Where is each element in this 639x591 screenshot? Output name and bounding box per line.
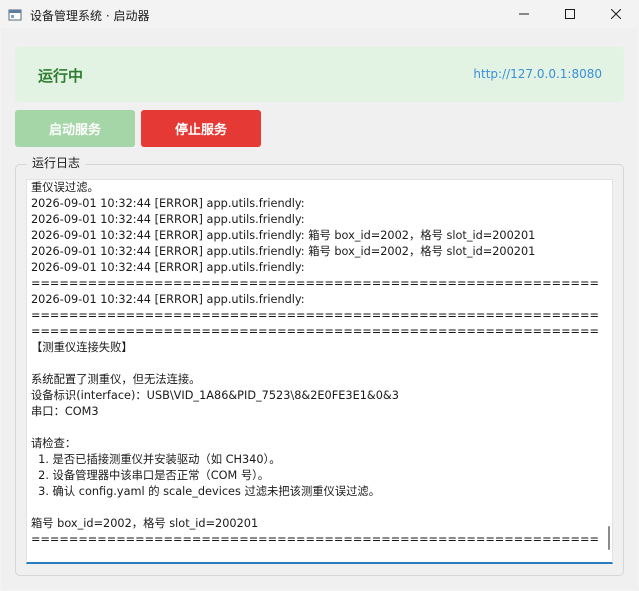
log-line: 箱号 box_id=2002，格号 slot_id=200201	[31, 517, 259, 530]
log-line: 系统配置了测重仪，但无法连接。	[31, 373, 201, 386]
log-line: 2026-09-01 10:32:44 [ERROR] app.utils.fr…	[31, 197, 305, 210]
stop-service-button[interactable]: 停止服务	[141, 110, 261, 147]
status-text: 运行中	[38, 67, 84, 85]
log-line: 串口：COM3	[31, 405, 99, 418]
log-line: 3. 确认 config.yaml 的 scale_devices 过滤未把该测…	[31, 485, 381, 498]
log-line: 2026-09-01 10:32:44 [ERROR] app.utils.fr…	[31, 261, 305, 274]
maximize-icon	[565, 9, 575, 19]
log-line: 重仪误过滤。	[31, 181, 99, 194]
main-window-body: 运行中 http://127.0.0.1:8080 启动服务 停止服务 运行日志…	[1, 28, 638, 590]
log-text-area[interactable]: 重仪误过滤。 2026-09-01 10:32:44 [ERROR] app.ut…	[26, 179, 613, 564]
log-line: 2. 设备管理器中该串口是否正常（COM 号）。	[31, 469, 270, 482]
log-line: ========================================…	[31, 309, 599, 322]
log-line: 设备标识(interface)：USB\VID_1A86&PID_7523\8&…	[31, 389, 399, 402]
log-line: ========================================…	[31, 325, 599, 338]
close-button[interactable]	[593, 0, 639, 28]
status-panel: 运行中 http://127.0.0.1:8080	[15, 47, 624, 102]
close-icon	[611, 9, 621, 19]
log-line: 2026-09-01 10:32:44 [ERROR] app.utils.fr…	[31, 245, 536, 258]
log-line: ========================================…	[31, 533, 599, 546]
window-title: 设备管理系统 · 启动器	[30, 9, 150, 23]
log-line: 2026-09-01 10:32:44 [ERROR] app.utils.fr…	[31, 213, 305, 226]
log-line: 2026-09-01 10:32:44 [ERROR] app.utils.fr…	[31, 293, 305, 306]
log-group-label: 运行日志	[27, 154, 86, 171]
log-lines: 重仪误过滤。 2026-09-01 10:32:44 [ERROR] app.ut…	[31, 180, 599, 548]
log-line: 2026-09-01 10:32:44 [ERROR] app.utils.fr…	[31, 229, 536, 242]
log-line: 【测重仪连接失败】	[31, 341, 133, 354]
log-scrollbar[interactable]	[608, 526, 610, 550]
service-url-link[interactable]: http://127.0.0.1:8080	[473, 67, 602, 81]
start-service-button[interactable]: 启动服务	[15, 110, 135, 147]
log-line: 请检查：	[31, 437, 77, 450]
app-icon	[8, 7, 22, 21]
minimize-button[interactable]	[501, 0, 547, 28]
log-line: ========================================…	[31, 277, 599, 290]
minimize-icon	[519, 13, 529, 15]
title-bar: 设备管理系统 · 启动器	[0, 0, 639, 28]
maximize-button[interactable]	[547, 0, 593, 28]
log-line: 1. 是否已插接测重仪并安装驱动（如 CH340）。	[31, 453, 281, 466]
